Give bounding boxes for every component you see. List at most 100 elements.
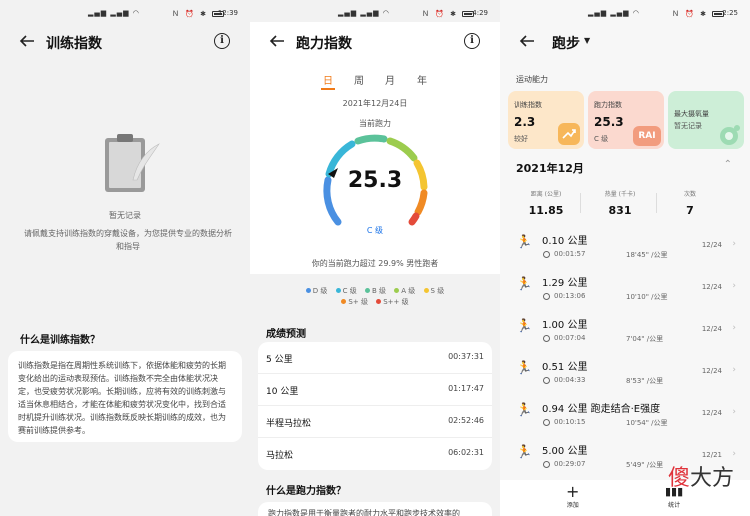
prediction-card: 5 公里 00:37:31 10 公里 01:17:47 半程马拉松 02:52… <box>258 342 492 470</box>
run-record-row[interactable]: 🏃 1.00 公里 00:07:04 7'04" /公里 12/24 › <box>500 312 750 354</box>
current-ability-label: 当前跑力 <box>359 119 391 128</box>
empty-clipboard-icon <box>105 134 160 192</box>
legend-item: A 级 <box>394 286 415 296</box>
tab-month[interactable]: 月 <box>385 72 395 87</box>
tab-year[interactable]: 年 <box>417 72 427 87</box>
chevron-right-icon: › <box>732 365 736 375</box>
legend-item: B 级 <box>365 286 386 296</box>
clock-icon <box>543 461 550 468</box>
status-time: 2:25 <box>722 9 738 17</box>
legend-item: D 级 <box>305 286 327 296</box>
page-title[interactable]: 跑步 <box>552 33 580 53</box>
percentile-text: 你的当前跑力超过 29.9% 男性跑者 <box>311 259 439 268</box>
running-person-icon: 🏃 <box>516 277 533 292</box>
grade-legend-row1: D 级 C 级 B 级 A 级 S 级 <box>250 286 500 296</box>
training-index-card[interactable]: 训练指数 2.3 较好 <box>508 91 584 149</box>
signal-icon: ▂▄▆ ▂▄▆ ◠ <box>588 9 640 17</box>
back-arrow-icon[interactable] <box>18 32 36 50</box>
add-button[interactable]: + 添加 <box>566 482 580 510</box>
clock-icon <box>543 251 550 258</box>
ability-grade: C 级 <box>366 226 384 235</box>
month-header: 2021年12月 <box>516 162 584 175</box>
capacity-label: 运动能力 <box>516 75 548 84</box>
legend-item: S+ 级 <box>341 297 368 307</box>
status-time: 12:39 <box>217 9 238 17</box>
training-index-screen: ▂▄▆ ▂▄▆ ◠ Ｎ ⏰ ✱ 12:39 训练指数 i 暂无记录 请佩戴支持训… <box>0 0 250 516</box>
rai-badge: RAI <box>633 126 661 146</box>
running-ability-description: 跑力指数是用于衡量跑者的耐力水平和跑步技术效率的 <box>268 509 460 516</box>
stat-distance: 距离 (公里) 11.85 <box>528 191 564 217</box>
empty-description: 请佩戴支持训练指数的穿戴设备，为您提供专业的数据分析和指导 <box>24 229 232 251</box>
vo2max-card[interactable]: 最大摄氧量 暂无记录 <box>668 91 744 149</box>
status-bar: ▂▄▆ ▂▄▆ ◠ Ｎ ⏰ ✱ 4:29 <box>250 8 500 22</box>
training-index-description-card: 训练指数是指在周期性系统训练下，依据体能和疲劳的长期变化给出的运动表现预估。训练… <box>8 351 242 442</box>
running-person-icon: 🏃 <box>516 361 533 376</box>
collapse-chevron-icon[interactable]: ⌃ <box>724 159 732 170</box>
run-record-row[interactable]: 🏃 0.10 公里 00:01:57 18'45" /公里 12/24 › <box>500 228 750 270</box>
oxygen-bubbles-icon <box>720 125 740 145</box>
running-person-icon: 🏃 <box>516 235 533 250</box>
selected-date: 2021年12月24日 <box>342 99 408 108</box>
prediction-row: 半程马拉松 02:52:46 <box>258 406 492 438</box>
running-records-screen: ▂▄▆ ▂▄▆ ◠ Ｎ ⏰ ✱ 2:25 跑步 ▼ 运动能力 训练指数 2.3 … <box>500 0 750 516</box>
chevron-right-icon: › <box>732 323 736 333</box>
page-title: 跑力指数 <box>296 36 352 52</box>
prediction-title: 成绩预测 <box>266 329 306 340</box>
training-index-description: 训练指数是指在周期性系统训练下，依据体能和疲劳的长期变化给出的运动表现预估。训练… <box>18 361 226 435</box>
legend-item: S 级 <box>423 286 444 296</box>
back-arrow-icon[interactable] <box>268 32 286 50</box>
status-icons: Ｎ ⏰ ✱ <box>421 10 458 18</box>
status-icons: Ｎ ⏰ ✱ <box>171 10 208 18</box>
pace-value: 10'54" /公里 <box>626 419 668 427</box>
run-record-row[interactable]: 🏃 0.94 公里 跑走结合·E强度 00:10:15 10'54" /公里 1… <box>500 396 750 438</box>
page-title: 训练指数 <box>46 36 102 52</box>
running-person-icon: 🏃 <box>516 403 533 418</box>
tab-day[interactable]: 日 <box>323 72 333 87</box>
running-ability-card[interactable]: 跑力指数 25.3 C 级 RAI <box>588 91 664 149</box>
trend-up-icon <box>558 123 580 145</box>
ability-score: 25.3 <box>347 168 403 193</box>
chevron-right-icon: › <box>732 407 736 417</box>
status-time: 4:29 <box>472 9 488 17</box>
active-tab-indicator <box>321 88 335 90</box>
watermark: 傻大方 <box>667 466 734 491</box>
pace-value: 18'45" /公里 <box>626 251 668 259</box>
running-ability-description-card: 跑力指数是用于衡量跑者的耐力水平和跑步技术效率的 <box>258 502 492 516</box>
prediction-row: 10 公里 01:17:47 <box>258 374 492 406</box>
info-icon[interactable]: i <box>464 33 480 49</box>
back-arrow-icon[interactable] <box>518 32 536 50</box>
stat-calories: 热量 (千卡) 831 <box>604 191 636 217</box>
clock-icon <box>543 377 550 384</box>
pace-value: 5'49" /公里 <box>626 461 664 469</box>
running-ability-screen: ▂▄▆ ▂▄▆ ◠ Ｎ ⏰ ✱ 4:29 跑力指数 i 日 周 月 年 2021… <box>250 0 500 516</box>
prediction-row: 马拉松 06:02:31 <box>266 448 484 461</box>
legend-item: S++ 级 <box>376 297 409 307</box>
clock-icon <box>543 419 550 426</box>
period-tabs: 日 周 月 年 <box>250 72 500 88</box>
stat-count: 次数 7 <box>683 191 696 217</box>
legend-item: C 级 <box>335 286 357 296</box>
grade-legend-row2: S+ 级 S++ 级 <box>250 297 500 307</box>
what-is-training-index-title: 什么是训练指数？ <box>20 335 100 346</box>
clock-icon <box>543 335 550 342</box>
running-person-icon: 🏃 <box>516 319 533 334</box>
dropdown-caret-icon[interactable]: ▼ <box>584 36 590 45</box>
prediction-row: 5 公里 00:37:31 <box>258 342 492 374</box>
chevron-right-icon: › <box>732 281 736 291</box>
tab-week[interactable]: 周 <box>354 72 364 87</box>
clock-icon <box>543 293 550 300</box>
running-person-icon: 🏃 <box>516 445 533 460</box>
pace-value: 10'10" /公里 <box>626 293 668 301</box>
run-record-row[interactable]: 🏃 0.51 公里 00:04:33 8'53" /公里 12/24 › <box>500 354 750 396</box>
pace-value: 8'53" /公里 <box>626 377 664 385</box>
status-bar: ▂▄▆ ▂▄▆ ◠ Ｎ ⏰ ✱ 12:39 <box>0 8 250 22</box>
status-icons: Ｎ ⏰ ✱ <box>671 10 708 18</box>
signal-icon: ▂▄▆ ▂▄▆ ◠ <box>338 9 390 17</box>
run-record-row[interactable]: 🏃 1.29 公里 00:13:06 10'10" /公里 12/24 › <box>500 270 750 312</box>
empty-title: 暂无记录 <box>109 211 141 220</box>
signal-icon: ▂▄▆ ▂▄▆ ◠ <box>88 9 140 17</box>
info-icon[interactable]: i <box>214 33 230 49</box>
what-is-running-ability-title: 什么是跑力指数？ <box>266 486 346 497</box>
chevron-right-icon: › <box>732 239 736 249</box>
plus-icon: + <box>566 482 580 501</box>
